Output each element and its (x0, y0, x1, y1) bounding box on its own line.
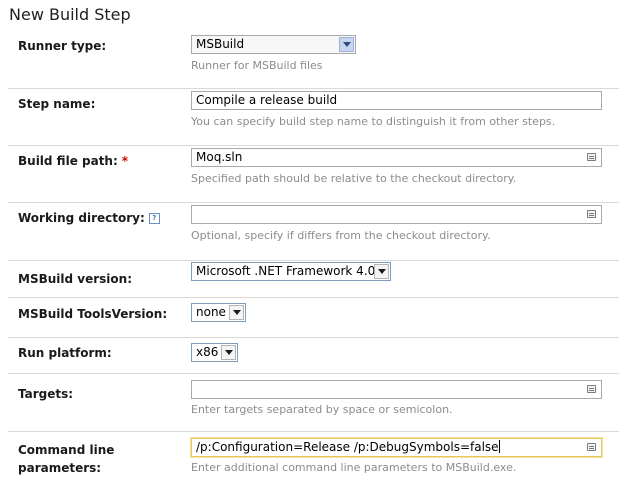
runner-type-value: MSBuild (196, 37, 245, 51)
page-title: New Build Step (9, 5, 131, 24)
targets-hint: Enter targets separated by space or semi… (191, 403, 453, 416)
build-file-input[interactable]: Moq.sln (191, 148, 602, 167)
text-cursor (498, 440, 500, 453)
msbuild-version-select[interactable]: Microsoft .NET Framework 4.0 (191, 262, 391, 281)
run-platform-row: Run platform: x86 (8, 338, 619, 374)
command-line-hint: Enter additional command line parameters… (191, 461, 517, 474)
command-line-label: Command line parameters: (18, 441, 114, 477)
help-icon[interactable]: ? (148, 213, 160, 224)
runner-type-hint: Runner for MSBuild files (191, 59, 323, 72)
command-line-input[interactable]: /p:Configuration=Release /p:DebugSymbols… (191, 438, 602, 457)
step-name-hint: You can specify build step name to disti… (191, 115, 556, 128)
tools-version-row: MSBuild ToolsVersion: none (8, 298, 619, 338)
command-line-label-line2: parameters: (18, 461, 102, 475)
msbuild-version-value: Microsoft .NET Framework 4.0 (196, 264, 376, 278)
run-platform-value: x86 (196, 345, 219, 359)
msbuild-version-label: MSBuild version: (18, 272, 132, 286)
working-dir-hint: Optional, specify if differs from the ch… (191, 229, 491, 242)
build-file-hint: Specified path should be relative to the… (191, 172, 517, 185)
build-file-value: Moq.sln (196, 150, 243, 164)
required-marker: * (121, 154, 129, 168)
command-line-value: /p:Configuration=Release /p:DebugSymbols… (196, 440, 499, 454)
targets-row: Targets: Enter targets separated by spac… (8, 374, 619, 432)
file-chooser-icon[interactable] (587, 153, 596, 161)
chevron-down-icon[interactable] (229, 305, 244, 320)
runner-type-select[interactable]: MSBuild (191, 35, 356, 54)
step-name-input[interactable]: Compile a release build (191, 91, 602, 110)
command-line-label-line1: Command line (18, 443, 115, 457)
tools-version-label: MSBuild ToolsVersion: (18, 307, 168, 321)
targets-label: Targets: (18, 387, 74, 401)
working-dir-label-text: Working directory: (18, 211, 145, 225)
step-name-label: Step name: (18, 97, 96, 111)
runner-type-row: Runner type: MSBuild Runner for MSBuild … (8, 31, 619, 89)
working-dir-label: Working directory:? (18, 209, 160, 227)
step-name-value: Compile a release build (196, 93, 338, 107)
run-platform-label: Run platform: (18, 346, 112, 360)
build-file-label-text: Build file path: (18, 154, 118, 168)
tools-version-select[interactable]: none (191, 303, 246, 322)
working-dir-row: Working directory:? Optional, specify if… (8, 203, 619, 261)
chevron-down-icon[interactable] (374, 264, 389, 279)
targets-input[interactable] (191, 380, 602, 399)
step-name-row: Step name: Compile a release build You c… (8, 89, 619, 146)
runner-type-label: Runner type: (18, 39, 107, 53)
tools-version-value: none (196, 305, 226, 319)
chevron-down-icon[interactable] (221, 345, 236, 360)
chevron-down-icon[interactable] (339, 37, 354, 52)
working-dir-input[interactable] (191, 205, 602, 224)
targets-chooser-icon[interactable] (587, 385, 596, 393)
build-file-label: Build file path: * (18, 152, 128, 170)
run-platform-select[interactable]: x86 (191, 343, 238, 362)
build-file-row: Build file path: * Moq.sln Specified path… (8, 146, 619, 203)
msbuild-version-row: MSBuild version: Microsoft .NET Framewor… (8, 261, 619, 298)
command-line-row: Command line parameters: /p:Configuratio… (8, 432, 619, 484)
directory-chooser-icon[interactable] (587, 210, 596, 218)
expand-editor-icon[interactable] (587, 443, 596, 451)
